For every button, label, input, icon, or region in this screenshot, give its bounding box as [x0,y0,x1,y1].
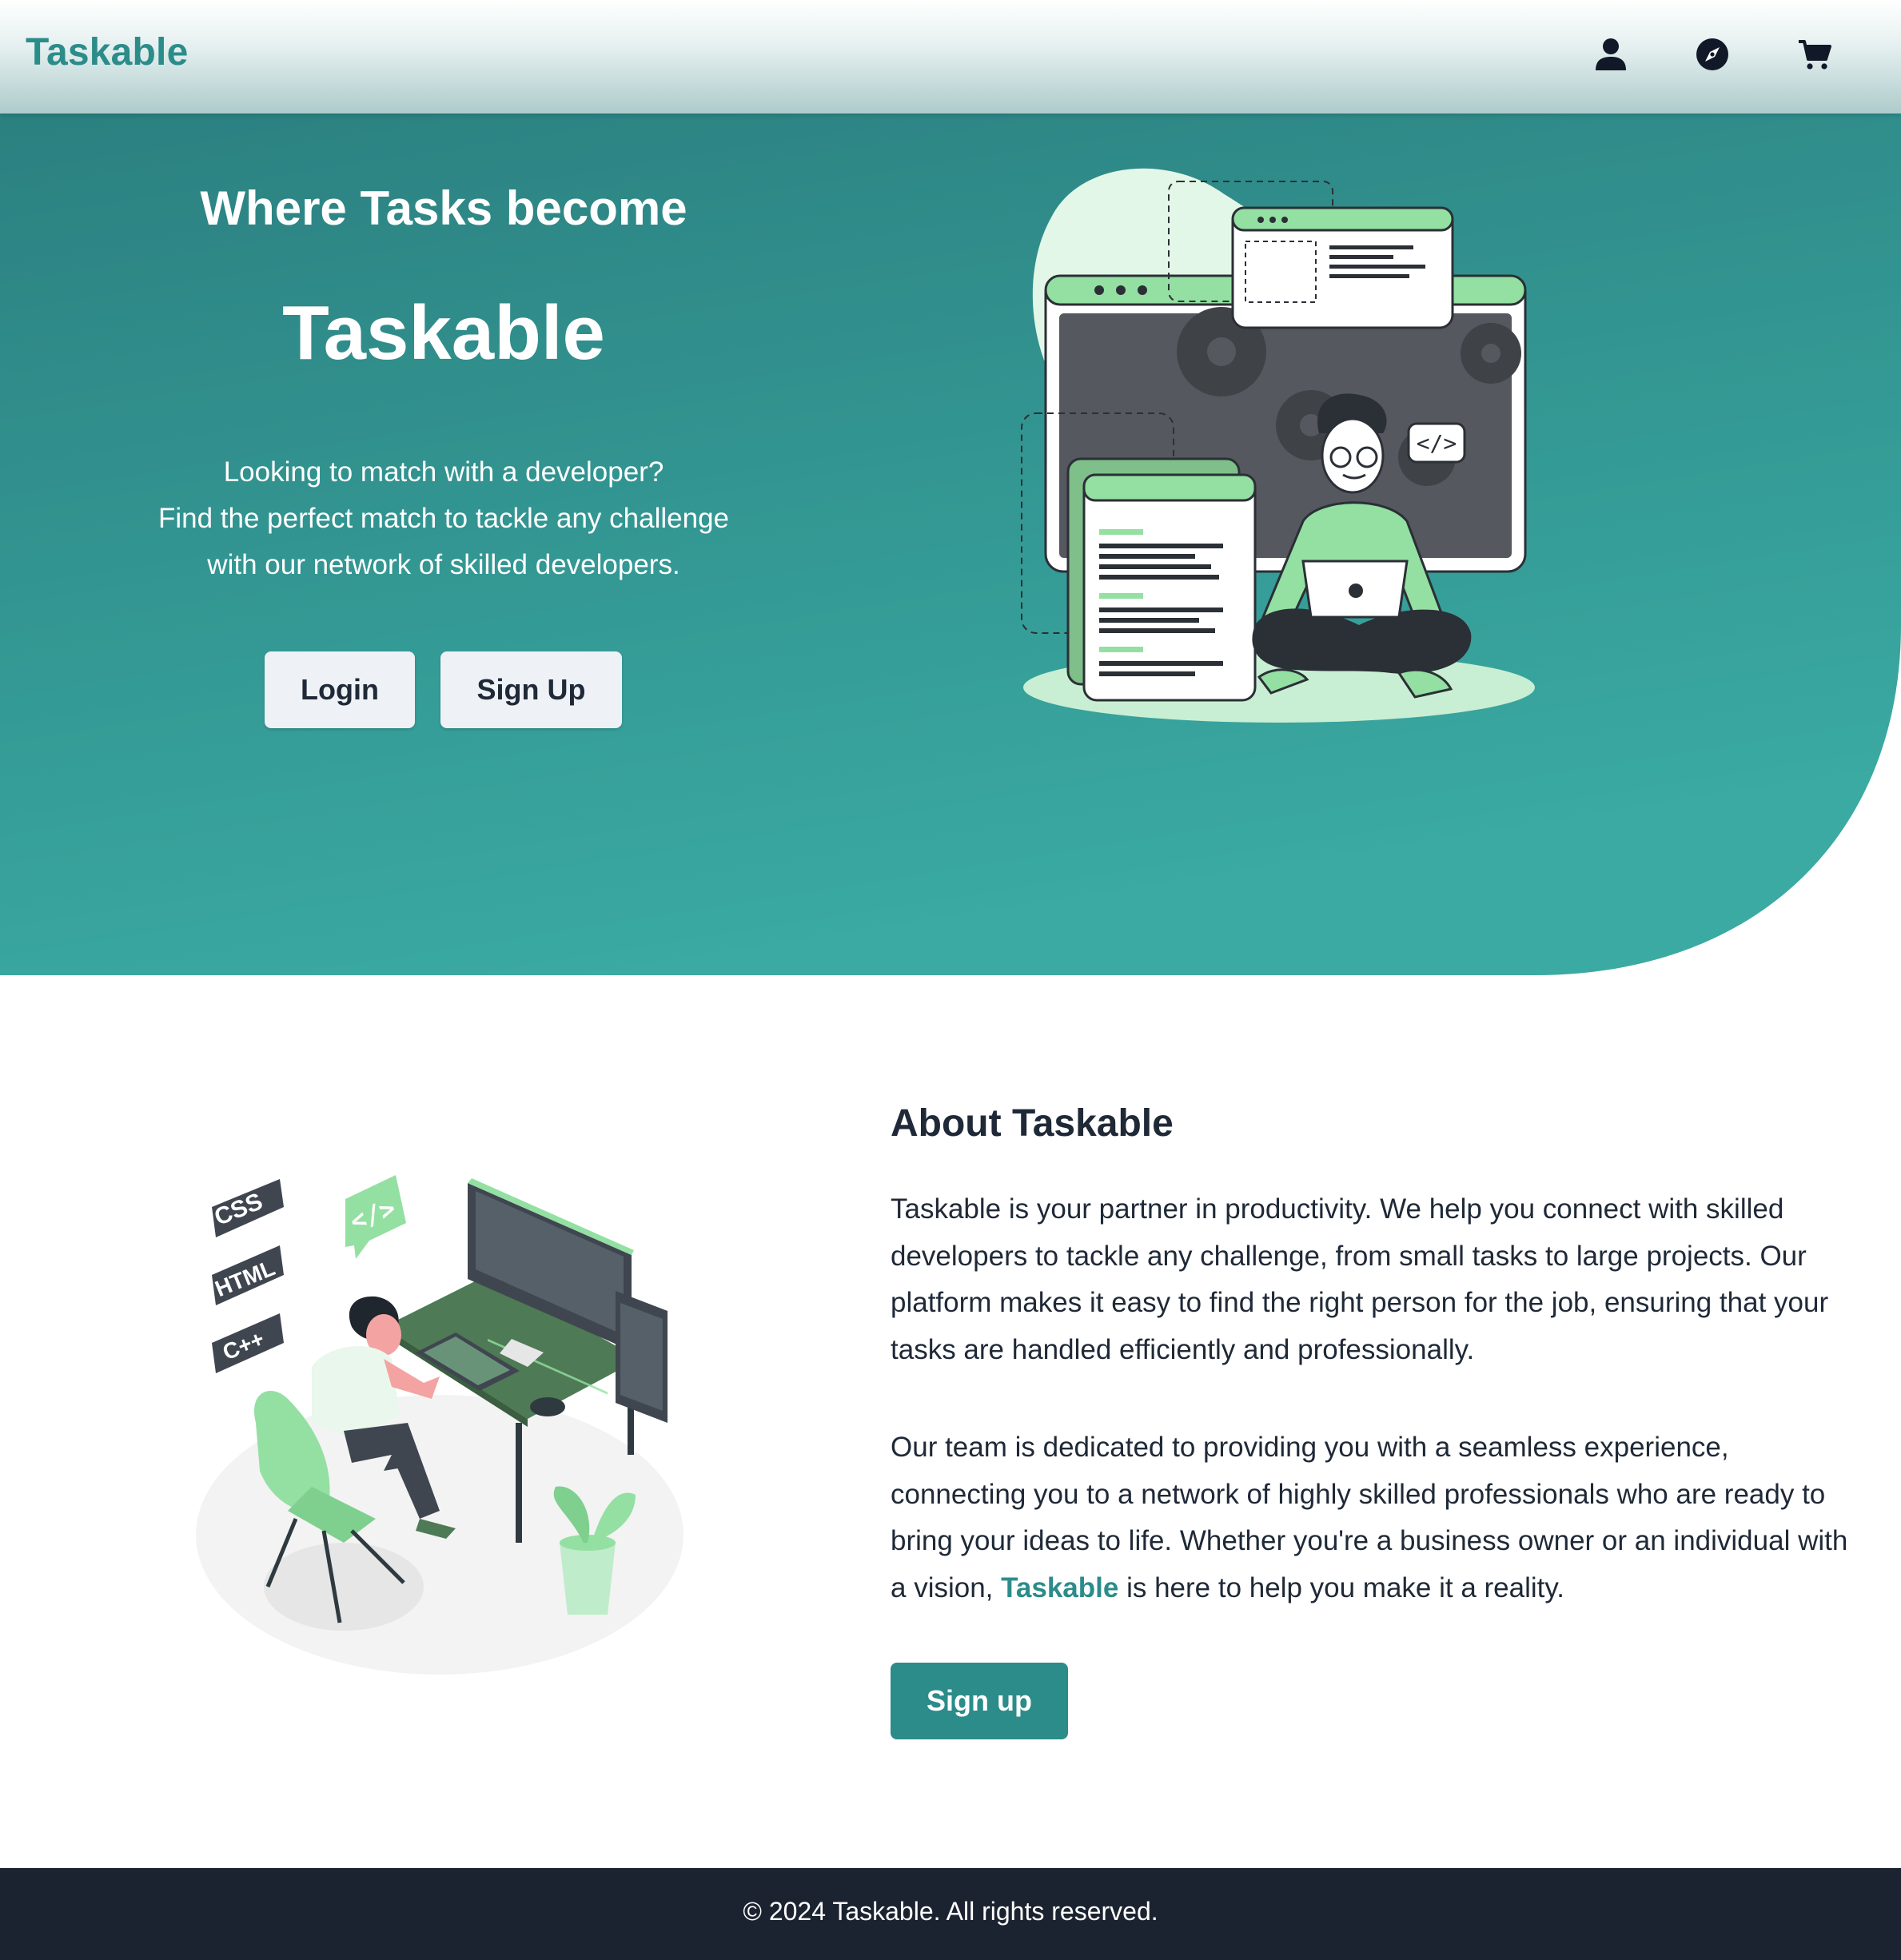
copyright-text: © 2024 Taskable. All rights reserved. [743,1897,1158,1926]
developer-illustration: </> [1021,168,1535,723]
brand-highlight: Taskable [1001,1572,1119,1603]
about-title: About Taskable [891,1102,1174,1145]
html-badge: HTML [212,1245,284,1305]
compass-icon[interactable] [1695,37,1730,72]
hero-description-line: Looking to match with a developer? [223,456,664,488]
brand-logo[interactable]: Taskable [26,30,189,74]
hero-title: Taskable [282,290,605,376]
footer: © 2024 Taskable. All rights reserved. [0,1868,1901,1960]
hero-tagline: Where Tasks become [200,181,687,235]
cart-icon[interactable] [1797,37,1832,72]
svg-text:</>: </> [1417,430,1457,456]
about-paragraph-2-tail: is here to help you make it a reality. [1118,1572,1565,1603]
about-signup-button[interactable]: Sign up [891,1663,1068,1739]
css-badge: CSS [211,1179,284,1237]
about-paragraph-1: Taskable is your partner in productivity… [891,1193,1829,1365]
cpp-badge: C++ [212,1313,284,1373]
hero-description-line: Find the perfect match to tackle any cha… [157,503,729,534]
about-paragraph-2: Our team is dedicated to providing you w… [891,1424,1866,1611]
hero-description-line: with our network of skilled developers. [207,549,680,580]
user-icon[interactable] [1593,37,1628,72]
hero-section: Where Tasks become Taskable Looking to m… [0,114,1901,975]
login-button[interactable]: Login [265,651,415,728]
signup-button[interactable]: Sign Up [440,651,622,728]
workstation-illustration: CSS HTML C++ </> [196,1175,683,1675]
navbar: Taskable [0,0,1901,114]
hero-description: Looking to match with a developer? Find … [0,449,887,588]
